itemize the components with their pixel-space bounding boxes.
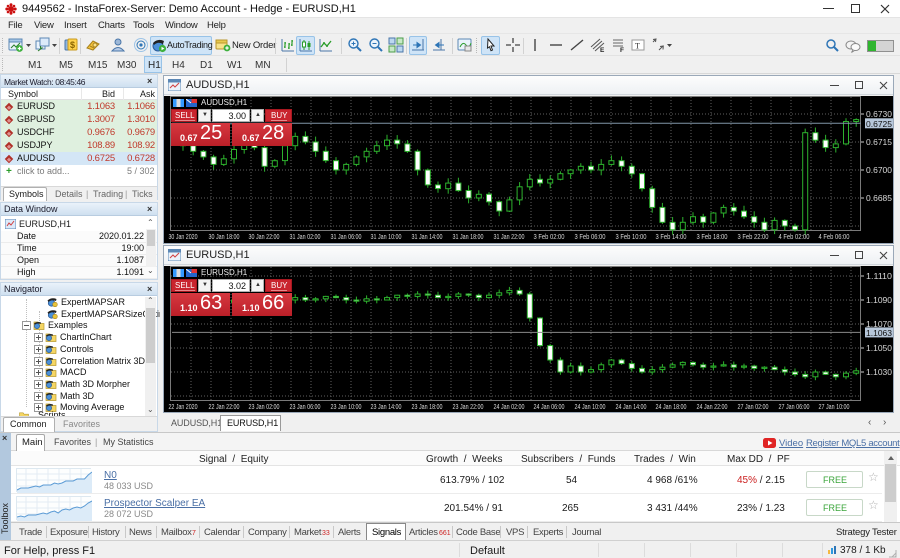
svg-text:3 Feb 22:00: 3 Feb 22:00: [738, 232, 769, 241]
svg-text:23 Jan 10:00: 23 Jan 10:00: [331, 402, 362, 411]
svg-text:22 Jan 2020: 22 Jan 2020: [169, 402, 198, 411]
svg-text:24 Jan 22:00: 24 Jan 22:00: [697, 402, 728, 411]
svg-text:4 Feb 02:00: 4 Feb 02:00: [779, 232, 810, 241]
svg-text:3 Feb 14:00: 3 Feb 14:00: [656, 232, 687, 241]
svg-text:0.6725: 0.6725: [866, 119, 892, 129]
svg-text:30 Jan 18:00: 30 Jan 18:00: [209, 232, 240, 241]
svg-text:30 Jan 2020: 30 Jan 2020: [169, 232, 198, 241]
svg-text:F: F: [620, 47, 624, 53]
svg-text:23 Jan 18:00: 23 Jan 18:00: [412, 402, 443, 411]
svg-text:30 Jan 22:00: 30 Jan 22:00: [249, 232, 280, 241]
svg-text:31 Jan 02:00: 31 Jan 02:00: [290, 232, 321, 241]
svg-text:3 Feb 18:00: 3 Feb 18:00: [697, 232, 728, 241]
svg-text:23 Jan 06:00: 23 Jan 06:00: [290, 402, 321, 411]
svg-text:3 Feb 10:00: 3 Feb 10:00: [616, 232, 647, 241]
svg-text:31 Jan 14:00: 31 Jan 14:00: [412, 232, 443, 241]
svg-text:3 Feb 06:00: 3 Feb 06:00: [575, 232, 606, 241]
svg-text:$: $: [70, 40, 75, 50]
svg-text:0.6700: 0.6700: [866, 165, 892, 175]
svg-text:1.1030: 1.1030: [866, 367, 892, 377]
svg-text:1.1050: 1.1050: [866, 343, 892, 353]
svg-text:24 Jan 18:00: 24 Jan 18:00: [656, 402, 687, 411]
svg-text:0.6730: 0.6730: [866, 109, 892, 119]
svg-text:27 Jan 02:00: 27 Jan 02:00: [738, 402, 769, 411]
svg-text:0.6685: 0.6685: [866, 193, 892, 203]
svg-text:23 Jan 22:00: 23 Jan 22:00: [453, 402, 484, 411]
svg-text:0.6715: 0.6715: [866, 137, 892, 147]
svg-text:22 Jan 22:00: 22 Jan 22:00: [209, 402, 240, 411]
svg-text:T: T: [635, 42, 640, 51]
svg-text:31 Jan 18:00: 31 Jan 18:00: [453, 232, 484, 241]
svg-text:27 Jan 06:00: 27 Jan 06:00: [779, 402, 810, 411]
svg-text:24 Jan 10:00: 24 Jan 10:00: [575, 402, 606, 411]
svg-text:24 Jan 02:00: 24 Jan 02:00: [494, 402, 525, 411]
svg-text:E: E: [600, 47, 605, 53]
svg-text:23 Jan 02:00: 23 Jan 02:00: [249, 402, 280, 411]
svg-text:4 Feb 06:00: 4 Feb 06:00: [819, 232, 850, 241]
svg-text:31 Jan 06:00: 31 Jan 06:00: [331, 232, 362, 241]
svg-text:27 Jan 10:00: 27 Jan 10:00: [819, 402, 850, 411]
svg-text:31 Jan 10:00: 31 Jan 10:00: [371, 232, 402, 241]
svg-text:1.1110: 1.1110: [866, 271, 892, 281]
svg-text:23 Jan 14:00: 23 Jan 14:00: [371, 402, 402, 411]
svg-text:1.1090: 1.1090: [866, 295, 892, 305]
svg-text:31 Jan 22:00: 31 Jan 22:00: [494, 232, 525, 241]
svg-text:24 Jan 06:00: 24 Jan 06:00: [534, 402, 565, 411]
svg-text:24 Jan 14:00: 24 Jan 14:00: [616, 402, 647, 411]
svg-text:1.1063: 1.1063: [866, 328, 892, 338]
svg-text:3 Feb 02:00: 3 Feb 02:00: [534, 232, 565, 241]
